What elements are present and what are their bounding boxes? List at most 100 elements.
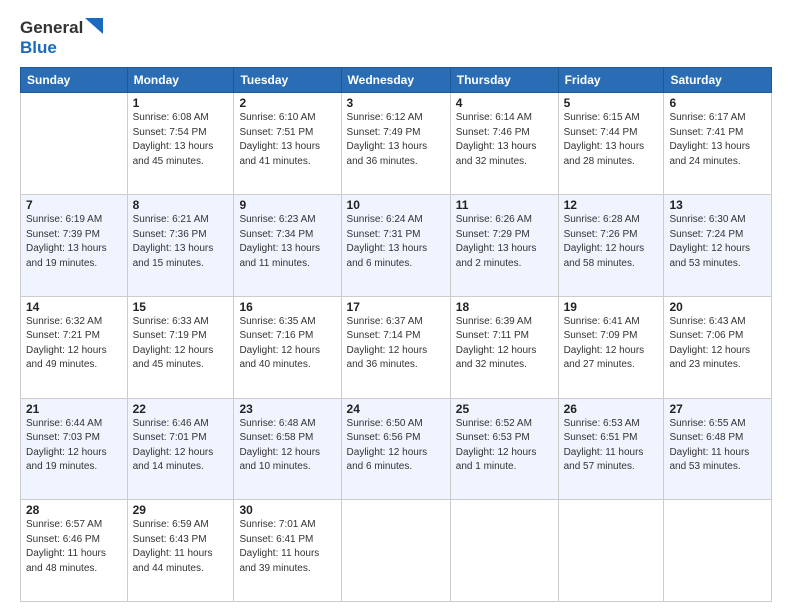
calendar-table: SundayMondayTuesdayWednesdayThursdayFrid…: [20, 67, 772, 602]
day-number: 8: [133, 198, 229, 212]
calendar-cell: 28Sunrise: 6:57 AM Sunset: 6:46 PM Dayli…: [21, 500, 128, 602]
calendar-cell: 23Sunrise: 6:48 AM Sunset: 6:58 PM Dayli…: [234, 398, 341, 500]
day-number: 1: [133, 96, 229, 110]
day-info: Sunrise: 6:35 AM Sunset: 7:16 PM Dayligh…: [239, 315, 335, 373]
calendar-cell: 2Sunrise: 6:10 AM Sunset: 7:51 PM Daylig…: [234, 93, 341, 195]
day-number: 20: [669, 300, 766, 314]
weekday-header-monday: Monday: [127, 68, 234, 93]
calendar-cell: 13Sunrise: 6:30 AM Sunset: 7:24 PM Dayli…: [664, 195, 772, 297]
day-number: 28: [26, 503, 122, 517]
day-info: Sunrise: 6:52 AM Sunset: 6:53 PM Dayligh…: [456, 417, 553, 475]
calendar-cell: 17Sunrise: 6:37 AM Sunset: 7:14 PM Dayli…: [341, 296, 450, 398]
day-info: Sunrise: 6:30 AM Sunset: 7:24 PM Dayligh…: [669, 213, 766, 271]
day-number: 21: [26, 402, 122, 416]
calendar-cell: 12Sunrise: 6:28 AM Sunset: 7:26 PM Dayli…: [558, 195, 664, 297]
calendar-cell: 4Sunrise: 6:14 AM Sunset: 7:46 PM Daylig…: [450, 93, 558, 195]
day-info: Sunrise: 6:59 AM Sunset: 6:43 PM Dayligh…: [133, 518, 229, 576]
day-number: 6: [669, 96, 766, 110]
weekday-header-friday: Friday: [558, 68, 664, 93]
calendar-cell: 1Sunrise: 6:08 AM Sunset: 7:54 PM Daylig…: [127, 93, 234, 195]
calendar-cell: 15Sunrise: 6:33 AM Sunset: 7:19 PM Dayli…: [127, 296, 234, 398]
day-number: 9: [239, 198, 335, 212]
calendar-cell: [664, 500, 772, 602]
day-info: Sunrise: 7:01 AM Sunset: 6:41 PM Dayligh…: [239, 518, 335, 576]
calendar-cell: 25Sunrise: 6:52 AM Sunset: 6:53 PM Dayli…: [450, 398, 558, 500]
day-number: 13: [669, 198, 766, 212]
weekday-header-wednesday: Wednesday: [341, 68, 450, 93]
weekday-header-saturday: Saturday: [664, 68, 772, 93]
day-info: Sunrise: 6:23 AM Sunset: 7:34 PM Dayligh…: [239, 213, 335, 271]
day-number: 10: [347, 198, 445, 212]
calendar-cell: 24Sunrise: 6:50 AM Sunset: 6:56 PM Dayli…: [341, 398, 450, 500]
day-info: Sunrise: 6:12 AM Sunset: 7:49 PM Dayligh…: [347, 111, 445, 169]
calendar-cell: 11Sunrise: 6:26 AM Sunset: 7:29 PM Dayli…: [450, 195, 558, 297]
day-info: Sunrise: 6:39 AM Sunset: 7:11 PM Dayligh…: [456, 315, 553, 373]
day-number: 22: [133, 402, 229, 416]
day-number: 16: [239, 300, 335, 314]
day-number: 18: [456, 300, 553, 314]
day-info: Sunrise: 6:26 AM Sunset: 7:29 PM Dayligh…: [456, 213, 553, 271]
day-info: Sunrise: 6:15 AM Sunset: 7:44 PM Dayligh…: [564, 111, 659, 169]
calendar-cell: 5Sunrise: 6:15 AM Sunset: 7:44 PM Daylig…: [558, 93, 664, 195]
day-info: Sunrise: 6:28 AM Sunset: 7:26 PM Dayligh…: [564, 213, 659, 271]
calendar-cell: 30Sunrise: 7:01 AM Sunset: 6:41 PM Dayli…: [234, 500, 341, 602]
day-number: 29: [133, 503, 229, 517]
day-info: Sunrise: 6:37 AM Sunset: 7:14 PM Dayligh…: [347, 315, 445, 373]
day-number: 23: [239, 402, 335, 416]
day-number: 5: [564, 96, 659, 110]
calendar-cell: 26Sunrise: 6:53 AM Sunset: 6:51 PM Dayli…: [558, 398, 664, 500]
calendar-cell: 8Sunrise: 6:21 AM Sunset: 7:36 PM Daylig…: [127, 195, 234, 297]
day-number: 2: [239, 96, 335, 110]
day-number: 11: [456, 198, 553, 212]
day-info: Sunrise: 6:33 AM Sunset: 7:19 PM Dayligh…: [133, 315, 229, 373]
calendar-cell: 16Sunrise: 6:35 AM Sunset: 7:16 PM Dayli…: [234, 296, 341, 398]
calendar-cell: 29Sunrise: 6:59 AM Sunset: 6:43 PM Dayli…: [127, 500, 234, 602]
weekday-header-thursday: Thursday: [450, 68, 558, 93]
day-info: Sunrise: 6:21 AM Sunset: 7:36 PM Dayligh…: [133, 213, 229, 271]
day-number: 26: [564, 402, 659, 416]
day-number: 7: [26, 198, 122, 212]
day-info: Sunrise: 6:19 AM Sunset: 7:39 PM Dayligh…: [26, 213, 122, 271]
day-info: Sunrise: 6:44 AM Sunset: 7:03 PM Dayligh…: [26, 417, 122, 475]
calendar-cell: 18Sunrise: 6:39 AM Sunset: 7:11 PM Dayli…: [450, 296, 558, 398]
calendar-cell: 14Sunrise: 6:32 AM Sunset: 7:21 PM Dayli…: [21, 296, 128, 398]
day-info: Sunrise: 6:48 AM Sunset: 6:58 PM Dayligh…: [239, 417, 335, 475]
day-number: 24: [347, 402, 445, 416]
day-info: Sunrise: 6:55 AM Sunset: 6:48 PM Dayligh…: [669, 417, 766, 475]
calendar-cell: 22Sunrise: 6:46 AM Sunset: 7:01 PM Dayli…: [127, 398, 234, 500]
day-number: 3: [347, 96, 445, 110]
calendar-cell: 20Sunrise: 6:43 AM Sunset: 7:06 PM Dayli…: [664, 296, 772, 398]
day-number: 17: [347, 300, 445, 314]
day-info: Sunrise: 6:43 AM Sunset: 7:06 PM Dayligh…: [669, 315, 766, 373]
day-number: 4: [456, 96, 553, 110]
day-info: Sunrise: 6:57 AM Sunset: 6:46 PM Dayligh…: [26, 518, 122, 576]
day-number: 12: [564, 198, 659, 212]
calendar-cell: [558, 500, 664, 602]
calendar-cell: 7Sunrise: 6:19 AM Sunset: 7:39 PM Daylig…: [21, 195, 128, 297]
day-number: 15: [133, 300, 229, 314]
day-info: Sunrise: 6:08 AM Sunset: 7:54 PM Dayligh…: [133, 111, 229, 169]
day-info: Sunrise: 6:32 AM Sunset: 7:21 PM Dayligh…: [26, 315, 122, 373]
weekday-header-sunday: Sunday: [21, 68, 128, 93]
calendar-cell: 3Sunrise: 6:12 AM Sunset: 7:49 PM Daylig…: [341, 93, 450, 195]
calendar-cell: 27Sunrise: 6:55 AM Sunset: 6:48 PM Dayli…: [664, 398, 772, 500]
day-number: 25: [456, 402, 553, 416]
calendar-cell: [21, 93, 128, 195]
calendar-cell: [341, 500, 450, 602]
calendar-cell: 21Sunrise: 6:44 AM Sunset: 7:03 PM Dayli…: [21, 398, 128, 500]
day-number: 14: [26, 300, 122, 314]
calendar-cell: [450, 500, 558, 602]
day-info: Sunrise: 6:14 AM Sunset: 7:46 PM Dayligh…: [456, 111, 553, 169]
calendar-cell: 10Sunrise: 6:24 AM Sunset: 7:31 PM Dayli…: [341, 195, 450, 297]
calendar-cell: 9Sunrise: 6:23 AM Sunset: 7:34 PM Daylig…: [234, 195, 341, 297]
day-info: Sunrise: 6:24 AM Sunset: 7:31 PM Dayligh…: [347, 213, 445, 271]
logo: General Blue: [20, 18, 103, 57]
day-info: Sunrise: 6:50 AM Sunset: 6:56 PM Dayligh…: [347, 417, 445, 475]
day-info: Sunrise: 6:41 AM Sunset: 7:09 PM Dayligh…: [564, 315, 659, 373]
day-info: Sunrise: 6:10 AM Sunset: 7:51 PM Dayligh…: [239, 111, 335, 169]
day-number: 30: [239, 503, 335, 517]
calendar-cell: 19Sunrise: 6:41 AM Sunset: 7:09 PM Dayli…: [558, 296, 664, 398]
day-number: 19: [564, 300, 659, 314]
day-info: Sunrise: 6:46 AM Sunset: 7:01 PM Dayligh…: [133, 417, 229, 475]
weekday-header-tuesday: Tuesday: [234, 68, 341, 93]
